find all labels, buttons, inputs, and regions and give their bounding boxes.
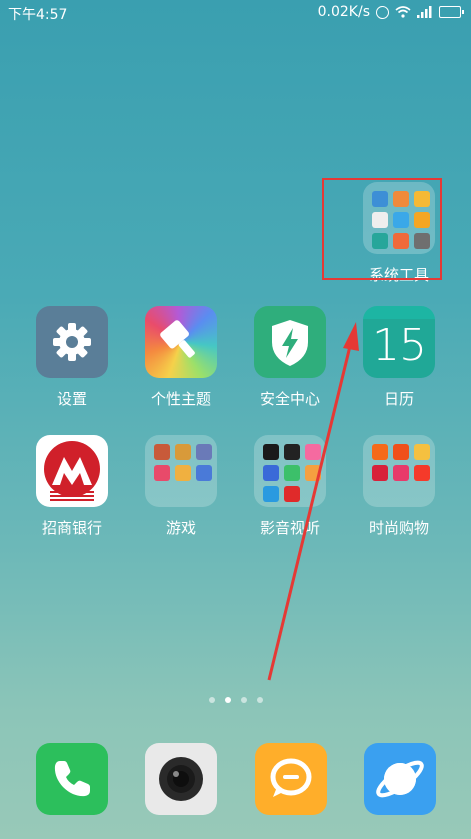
folder-shopping[interactable]: 时尚购物 <box>349 435 449 538</box>
camera-icon[interactable] <box>145 743 217 815</box>
signal-icon <box>417 6 432 18</box>
video-app-mini-icon <box>263 486 279 502</box>
brush-icon <box>145 306 217 378</box>
game-mini-icon <box>175 465 191 481</box>
calendar-day: 15 <box>372 320 427 371</box>
video-app-mini-icon <box>305 465 321 481</box>
shop-app-mini-icon <box>414 465 430 481</box>
app-security-label: 安全中心 <box>259 390 320 408</box>
shop-app-mini-icon <box>414 444 430 460</box>
page-dot-active[interactable] <box>224 697 231 703</box>
status-bar: 下午4:57 0.02K/s <box>0 0 471 24</box>
video-app-mini-icon <box>284 486 300 502</box>
phone-icon[interactable] <box>36 743 108 815</box>
app-security[interactable]: 安全中心 <box>240 306 340 409</box>
app-settings[interactable]: 设置 <box>22 306 122 409</box>
shop-app-mini-icon <box>393 465 409 481</box>
folder-shopping-icon <box>363 435 435 507</box>
page-indicator[interactable] <box>0 697 471 703</box>
shop-app-mini-icon <box>372 444 388 460</box>
app-bank-label: 招商银行 <box>41 519 102 537</box>
shop-app-mini-icon <box>393 444 409 460</box>
browser-icon[interactable] <box>364 743 436 815</box>
game-mini-icon <box>196 465 212 481</box>
battery-icon <box>439 6 464 18</box>
message-icon[interactable] <box>255 743 327 815</box>
video-app-mini-icon <box>305 444 321 460</box>
app-calendar-label: 日历 <box>383 390 414 408</box>
annotation-arrow <box>267 322 359 681</box>
folder-video-label: 影音视听 <box>259 519 320 537</box>
video-app-mini-icon <box>284 444 300 460</box>
cmb-logo-icon <box>36 435 108 507</box>
page-dot[interactable] <box>240 697 247 703</box>
folder-shopping-label: 时尚购物 <box>368 519 429 537</box>
video-app-mini-icon <box>263 444 279 460</box>
shop-app-mini-icon <box>372 465 388 481</box>
app-theme[interactable]: 个性主题 <box>131 306 231 409</box>
game-mini-icon <box>154 444 170 460</box>
wifi-icon <box>395 6 411 18</box>
game-mini-icon <box>175 444 191 460</box>
folder-video[interactable]: 影音视听 <box>240 435 340 538</box>
page-dot[interactable] <box>256 697 263 703</box>
calendar-icon: 15 <box>363 306 435 378</box>
app-calendar[interactable]: 15 日历 <box>349 306 449 409</box>
video-app-mini-icon <box>284 465 300 481</box>
game-mini-icon <box>154 465 170 481</box>
folder-games-label: 游戏 <box>165 519 196 537</box>
gear-icon <box>36 306 108 378</box>
folder-video-icon <box>254 435 326 507</box>
folder-games[interactable]: 游戏 <box>131 435 231 538</box>
shield-icon <box>254 306 326 378</box>
page-dot[interactable] <box>208 697 215 703</box>
app-theme-label: 个性主题 <box>150 390 211 408</box>
status-icons: 0.02K/s <box>317 4 464 20</box>
alarm-icon <box>376 5 389 19</box>
annotation-highlight-box <box>322 178 442 280</box>
game-mini-icon <box>196 444 212 460</box>
app-settings-label: 设置 <box>56 390 87 408</box>
status-time: 下午4:57 <box>8 7 68 23</box>
app-bank[interactable]: 招商银行 <box>22 435 122 538</box>
video-app-mini-icon <box>263 465 279 481</box>
network-speed: 0.02K/s <box>317 4 370 20</box>
folder-games-icon <box>145 435 217 507</box>
